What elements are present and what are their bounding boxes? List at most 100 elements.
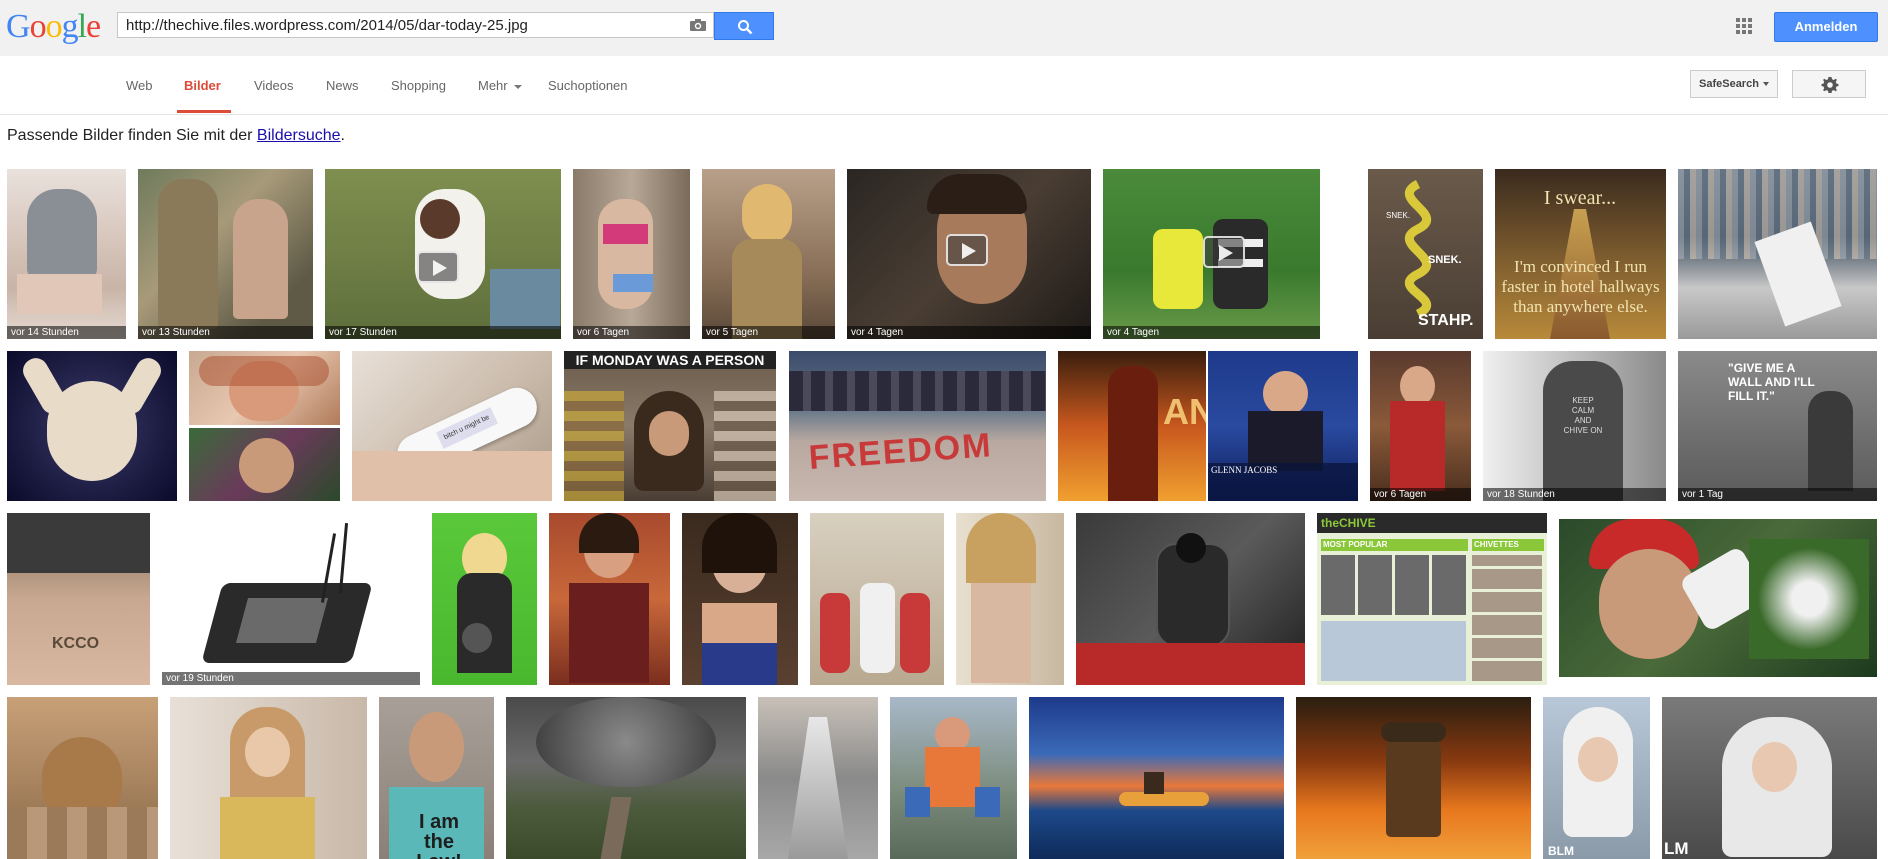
image-result[interactable] [758,697,878,859]
image-age-label: vor 14 Stunden [7,326,126,339]
image-result[interactable] [432,513,537,685]
similar-images-hint: Passende Bilder finden Sie mit der Bilde… [7,127,345,145]
nav-bar: Web Bilder Videos News Shopping Mehr Suc… [0,56,1888,115]
tab-shopping[interactable]: Shopping [391,78,446,93]
settings-button[interactable] [1792,70,1866,98]
shirt-text: I am the Law! [416,811,462,859]
stahp-label: STAHP. [1418,312,1474,329]
image-result[interactable] [682,513,798,685]
image-age-label: vor 4 Tagen [847,326,1091,339]
video-result[interactable]: vor 4 Tagen [1103,169,1320,339]
tab-mehr-label: Mehr [478,78,508,93]
image-result[interactable]: KCCO [7,513,150,685]
image-result[interactable]: bitch u might be [352,351,552,501]
tab-videos[interactable]: Videos [254,78,294,93]
image-age-label: vor 6 Tagen [1370,488,1471,501]
play-icon [946,234,988,266]
image-result[interactable]: theCHIVE MOST POPULAR CHIVETTES [1317,513,1547,685]
snek-label: SNEK. [1428,254,1462,266]
image-result[interactable]: vor 5 Tagen [702,169,835,339]
apps-grid-icon[interactable] [1736,18,1753,35]
tab-mehr[interactable]: Mehr [478,78,522,93]
tab-news[interactable]: News [326,78,359,93]
signin-button[interactable]: Anmelden [1774,12,1878,42]
chivettes-heading: CHIVETTES [1472,539,1544,551]
image-result[interactable]: IF MONDAY WAS A PERSON [564,351,776,501]
image-age-label: vor 4 Tagen [1103,326,1320,339]
video-result[interactable]: vor 4 Tagen [847,169,1091,339]
chevron-down-icon [1762,82,1769,87]
image-age-label: vor 5 Tagen [702,326,835,339]
video-result[interactable]: vor 17 Stunden [325,169,561,339]
kcco-body-text: KCCO [52,635,100,652]
bildersuche-link[interactable]: Bildersuche [257,127,341,144]
image-result[interactable]: FREEDOM [789,351,1046,501]
search-icon [738,20,753,35]
image-result[interactable] [189,428,340,501]
chevron-down-icon [513,84,522,89]
image-result[interactable] [170,697,367,859]
safesearch-label: SafeSearch [1699,78,1759,90]
lower-third-name: GLENN JACOBS [1211,465,1278,475]
image-result[interactable]: KEEP CALM AND CHIVE ON vor 18 Stunden [1483,351,1666,501]
swear-caption: I'm convinced I run faster in hotel hall… [1501,257,1660,316]
gear-icon [1821,77,1839,93]
image-result[interactable] [189,351,340,425]
image-result[interactable] [1678,169,1877,339]
chive-logo-text: theCHIVE [1317,513,1547,533]
image-age-label: vor 6 Tagen [573,326,690,339]
tab-web[interactable]: Web [126,78,153,93]
image-result[interactable]: vor 14 Stunden [7,169,126,339]
image-result[interactable] [7,351,177,501]
image-age-label: vor 18 Stunden [1483,488,1666,501]
image-result[interactable] [890,697,1017,859]
image-age-label: vor 1 Tag [1678,488,1877,501]
tab-bilder[interactable]: Bilder [184,78,221,93]
image-result[interactable]: BLM [1543,697,1650,859]
snek-label-small: SNEK. [1386,211,1411,220]
image-result[interactable] [810,513,944,685]
image-result[interactable] [1029,697,1284,859]
google-logo[interactable]: Google [6,10,101,44]
swear-title: I swear... [1543,187,1617,209]
image-result[interactable]: I am the Law! [379,697,494,859]
image-result[interactable]: vor 6 Tagen [573,169,690,339]
image-result[interactable] [506,697,746,859]
image-age-label: vor 19 Stunden [162,672,420,685]
safesearch-dropdown[interactable]: SafeSearch [1690,70,1778,98]
watermark-lm: LM [1664,839,1689,858]
search-button[interactable] [714,12,774,40]
watermark-blm: BLM [1548,844,1574,858]
image-result[interactable] [549,513,670,685]
image-result[interactable] [7,697,158,859]
image-result[interactable]: GLENN JACOBS [1208,351,1358,501]
image-result[interactable]: LM [1662,697,1877,859]
image-result[interactable]: I swear... I'm convinced I run faster in… [1495,169,1666,339]
image-result[interactable]: SNEK. SNEK. STAHP. [1368,169,1483,339]
image-result[interactable]: "GIVE ME A WALL AND I'LL FILL IT." vor 1… [1678,351,1877,501]
image-result[interactable] [1559,519,1877,677]
image-result[interactable] [1076,513,1305,685]
image-result[interactable] [1296,697,1531,859]
image-result[interactable]: vor 6 Tagen [1370,351,1471,501]
most-popular-heading: MOST POPULAR [1321,539,1468,551]
hint-suffix: . [340,127,345,144]
hint-text: Passende Bilder finden Sie mit der [7,127,257,144]
image-result[interactable]: vor 19 Stunden [162,513,420,685]
image-result[interactable] [956,513,1064,685]
camera-icon[interactable] [689,18,707,32]
active-tab-indicator [177,110,231,113]
play-icon [417,251,459,283]
search-box [117,12,714,38]
search-input[interactable] [118,13,678,37]
freedom-graffiti: FREEDOM [807,426,994,477]
image-age-label: vor 17 Stunden [325,326,561,339]
keep-calm-shirt-text: KEEP CALM AND CHIVE ON [1563,396,1603,435]
image-result[interactable]: AN [1058,351,1206,501]
wall-quote: "GIVE ME A WALL AND I'LL FILL IT." [1728,361,1815,403]
image-result[interactable]: vor 13 Stunden [138,169,313,339]
meme-caption: IF MONDAY WAS A PERSON [564,351,776,369]
tab-suchoptionen[interactable]: Suchoptionen [548,78,628,93]
image-age-label: vor 13 Stunden [138,326,313,339]
play-icon [1203,236,1245,268]
